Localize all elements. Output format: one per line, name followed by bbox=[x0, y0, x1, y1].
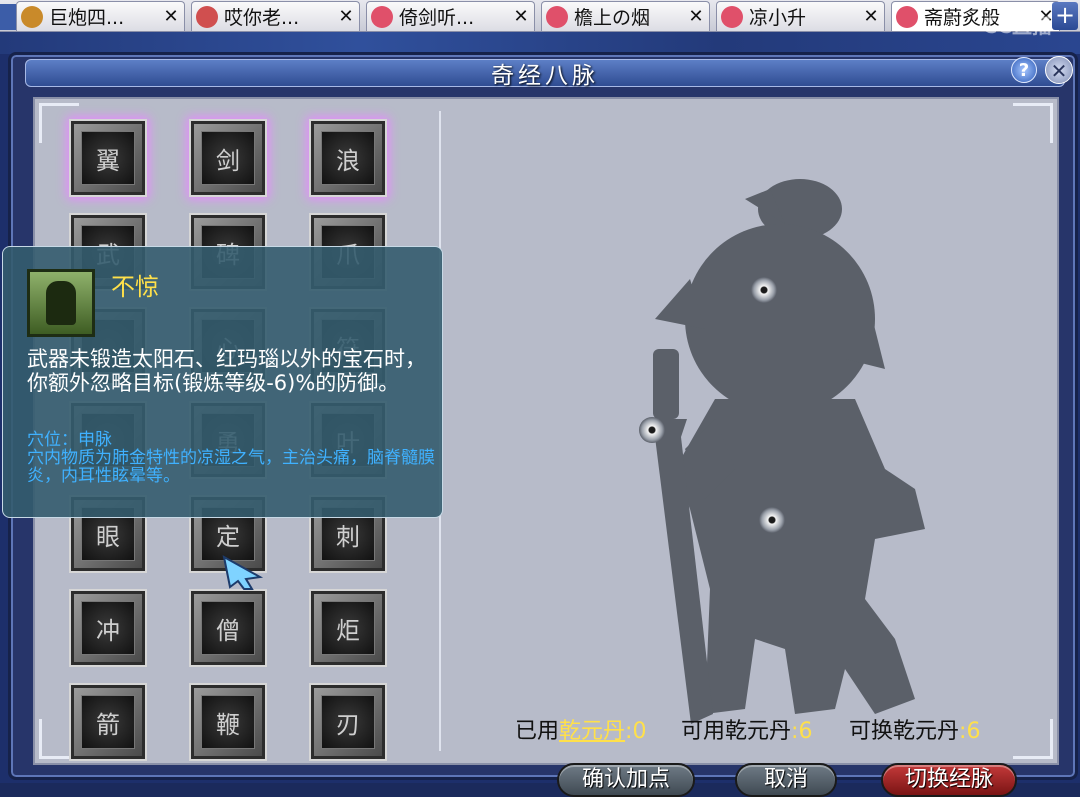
window-title: 奇经八脉 bbox=[491, 63, 599, 89]
tab-label: 哎你老... bbox=[224, 7, 300, 29]
sword-slash-icon: 剑 bbox=[201, 131, 255, 185]
tooltip-detail: 穴内物质为肺金特性的凉湿之气，主治头痛，脑脊髓膜炎，内耳性眩晕等。 bbox=[27, 448, 435, 486]
pointer-cursor-icon bbox=[222, 555, 264, 590]
skill-tooltip: 不惊 武器未锻造太阳石、红玛瑙以外的宝石时，你额外忽略目标(锻炼等级-6)%的防… bbox=[2, 246, 443, 518]
monk-icon: 僧 bbox=[201, 601, 255, 655]
tooltip-acupoint: 穴位：申脉 bbox=[27, 430, 112, 450]
torch-icon: 炬 bbox=[321, 601, 375, 655]
tab-close-icon[interactable]: ✕ bbox=[862, 6, 880, 27]
tab-avatar-icon bbox=[546, 5, 568, 28]
used-stat: 已用乾元丹:0 bbox=[515, 713, 646, 745]
acupoint-head[interactable] bbox=[751, 277, 777, 303]
tab-avatar-icon bbox=[371, 5, 393, 28]
exchange-label: 可换乾元丹 bbox=[849, 719, 960, 744]
tooltip-description: 武器未锻造太阳石、红玛瑙以外的宝石时，你额外忽略目标(锻炼等级-6)%的防御。 bbox=[27, 347, 426, 395]
tab-close-icon[interactable]: ✕ bbox=[687, 6, 705, 27]
tab-close-icon[interactable]: ✕ bbox=[162, 6, 180, 27]
switch-meridian-button[interactable]: 切换经脉 bbox=[881, 763, 1017, 797]
skill-slot[interactable]: 刃 bbox=[311, 685, 385, 759]
tab-avatar-icon bbox=[21, 5, 43, 28]
tab-avatar-icon bbox=[196, 5, 218, 28]
new-tab-button[interactable]: + bbox=[1052, 2, 1078, 30]
used-label: 已用 bbox=[515, 719, 560, 744]
tab-label: 檐上の烟 bbox=[574, 7, 651, 29]
skill-slot[interactable]: 翼 bbox=[71, 121, 145, 195]
tab-bar: 巨炮四... ✕ 哎你老... ✕ 倚剑听... ✕ 檐上の烟 ✕ 凉小升 ✕ 斋蔚炙般 ✕ + bbox=[0, 0, 1080, 32]
available-value: 6 bbox=[798, 719, 813, 744]
ornament-corner bbox=[1013, 719, 1053, 759]
skill-slot[interactable]: 浪 bbox=[311, 121, 385, 195]
cancel-button[interactable]: 取消 bbox=[735, 763, 837, 797]
tooltip-acupoint-info: 穴位：申脉 穴内物质为肺金特性的凉湿之气，主治头痛，脑脊髓膜炎，内耳性眩晕等。 bbox=[27, 431, 437, 485]
browser-tab[interactable]: 檐上の烟 ✕ bbox=[541, 1, 710, 31]
watermark: CC直播 bbox=[982, 14, 1052, 38]
available-stat: 可用乾元丹:6 bbox=[681, 713, 812, 745]
help-button[interactable]: ? bbox=[1011, 57, 1037, 83]
skill-slot[interactable]: 炬 bbox=[311, 591, 385, 665]
game-top-strip bbox=[0, 32, 1080, 54]
skill-slot[interactable]: 箭 bbox=[71, 685, 145, 759]
skill-slot[interactable]: 僧 bbox=[191, 591, 265, 665]
skill-slot[interactable]: 鞭 bbox=[191, 685, 265, 759]
tab-close-icon[interactable]: ✕ bbox=[337, 6, 355, 27]
browser-tab[interactable]: 凉小升 ✕ bbox=[716, 1, 885, 31]
used-value: 0 bbox=[632, 719, 647, 744]
character-silhouette bbox=[647, 179, 925, 724]
arrows-icon: 箭 bbox=[81, 695, 135, 749]
exchange-stat: 可换乾元丹:6 bbox=[849, 713, 980, 745]
meditate-icon bbox=[27, 269, 95, 337]
whip-icon: 鞭 bbox=[201, 695, 255, 749]
tooltip-skill-name: 不惊 bbox=[111, 273, 159, 301]
acupoint-waist[interactable] bbox=[759, 507, 785, 533]
tab-label: 倚剑听... bbox=[399, 7, 475, 29]
browser-tab[interactable]: 哎你老... ✕ bbox=[191, 1, 360, 31]
browser-tab[interactable]: 巨炮四... ✕ bbox=[16, 1, 185, 31]
skill-slot[interactable]: 剑 bbox=[191, 121, 265, 195]
close-button[interactable]: ✕ bbox=[1045, 56, 1073, 84]
tab-close-icon[interactable]: ✕ bbox=[512, 6, 530, 27]
tab-avatar-icon bbox=[721, 5, 743, 28]
dash-icon: 冲 bbox=[81, 601, 135, 655]
wing-icon: 翼 bbox=[81, 131, 135, 185]
tab-label: 巨炮四... bbox=[49, 7, 125, 29]
browser-tab[interactable]: 倚剑听... ✕ bbox=[366, 1, 535, 31]
tab-avatar-icon bbox=[896, 5, 918, 28]
tab-bar-lead bbox=[0, 4, 16, 30]
ornament-corner bbox=[1013, 103, 1053, 143]
available-label: 可用乾元丹 bbox=[681, 719, 792, 744]
window-titlebar[interactable]: 奇经八脉 bbox=[25, 59, 1065, 89]
acupoint-hand[interactable] bbox=[639, 417, 665, 443]
tab-label: 凉小升 bbox=[749, 7, 807, 29]
skill-slot[interactable]: 冲 bbox=[71, 591, 145, 665]
confirm-points-button[interactable]: 确认加点 bbox=[557, 763, 695, 797]
used-item-link[interactable]: 乾元丹 bbox=[559, 719, 625, 744]
blades-icon: 刃 bbox=[321, 695, 375, 749]
exchange-value: 6 bbox=[966, 719, 981, 744]
wave-icon: 浪 bbox=[321, 131, 375, 185]
